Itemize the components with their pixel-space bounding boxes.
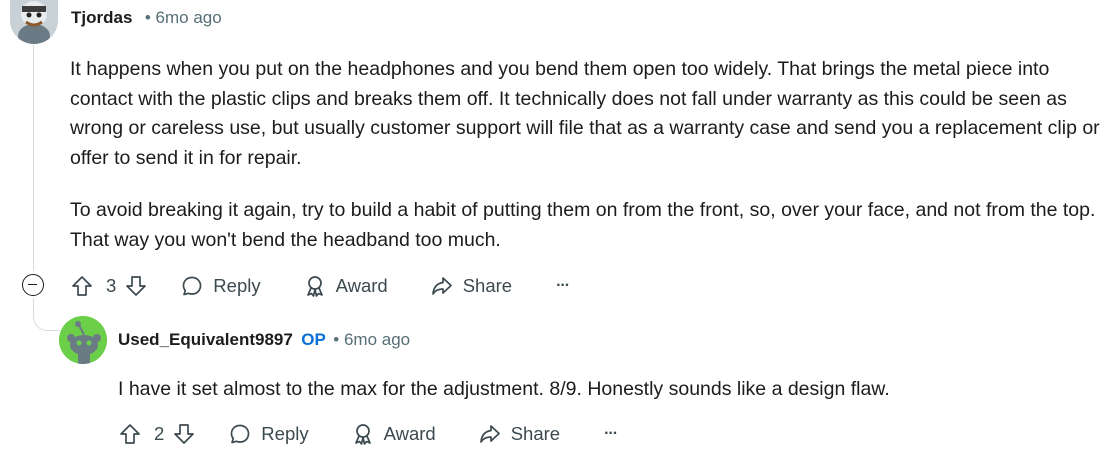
more-options-button[interactable]: ··· — [604, 425, 618, 443]
username[interactable]: Used_Equivalent9897 — [118, 330, 293, 349]
share-label: Share — [510, 423, 561, 444]
downvote-button[interactable] — [124, 274, 148, 298]
award-button[interactable]: Award — [351, 422, 436, 446]
share-arrow-icon — [431, 277, 452, 295]
avatar[interactable] — [59, 316, 107, 364]
ellipsis-icon: ··· — [604, 425, 618, 442]
collapse-thread-button[interactable] — [22, 274, 44, 296]
arrow-down-outline-icon — [174, 424, 195, 444]
comment-body: I have it set almost to the max for the … — [118, 375, 1098, 405]
thread-connector — [33, 298, 60, 331]
downvote-button[interactable] — [172, 422, 196, 446]
comment-actions: 3 Reply Award Share ··· — [70, 268, 570, 304]
share-arrow-icon — [479, 425, 500, 443]
comment-actions: 2 Reply Award Share ··· — [118, 416, 618, 452]
reply-label: Reply — [213, 275, 261, 296]
arrow-down-outline-icon — [126, 276, 147, 296]
reply-button[interactable]: Reply — [180, 274, 261, 298]
share-label: Share — [462, 275, 513, 296]
avatar[interactable] — [10, 0, 58, 44]
timestamp[interactable]: • 6mo ago — [145, 8, 222, 27]
comment-body: It happens when you put on the headphone… — [70, 55, 1100, 255]
timestamp[interactable]: • 6mo ago — [333, 330, 410, 349]
op-badge: OP — [301, 330, 326, 349]
share-button[interactable]: Share — [430, 274, 512, 298]
comment-paragraph: It happens when you put on the headphone… — [70, 58, 1100, 169]
arrow-up-outline-icon — [72, 276, 92, 296]
ellipsis-icon: ··· — [556, 277, 570, 294]
share-button[interactable]: Share — [478, 422, 560, 446]
vote-score: 3 — [106, 275, 117, 296]
speech-bubble-icon — [230, 424, 250, 444]
reply-label: Reply — [261, 423, 309, 444]
award-label: Award — [335, 275, 388, 296]
reply-button[interactable]: Reply — [228, 422, 309, 446]
vote-score: 2 — [154, 423, 165, 444]
comment-paragraph: I have it set almost to the max for the … — [118, 378, 890, 400]
comment-paragraph: To avoid breaking it again, try to build… — [70, 199, 1096, 251]
speech-bubble-icon — [182, 276, 202, 296]
upvote-button[interactable] — [118, 422, 142, 446]
award-ribbon-icon — [306, 276, 323, 297]
upvote-button[interactable] — [70, 274, 94, 298]
thread-line — [33, 45, 34, 271]
arrow-up-outline-icon — [120, 424, 140, 444]
award-ribbon-icon — [354, 424, 371, 445]
username[interactable]: Tjordas — [71, 8, 132, 27]
award-button[interactable]: Award — [303, 274, 388, 298]
more-options-button[interactable]: ··· — [556, 277, 570, 295]
award-label: Award — [383, 423, 436, 444]
